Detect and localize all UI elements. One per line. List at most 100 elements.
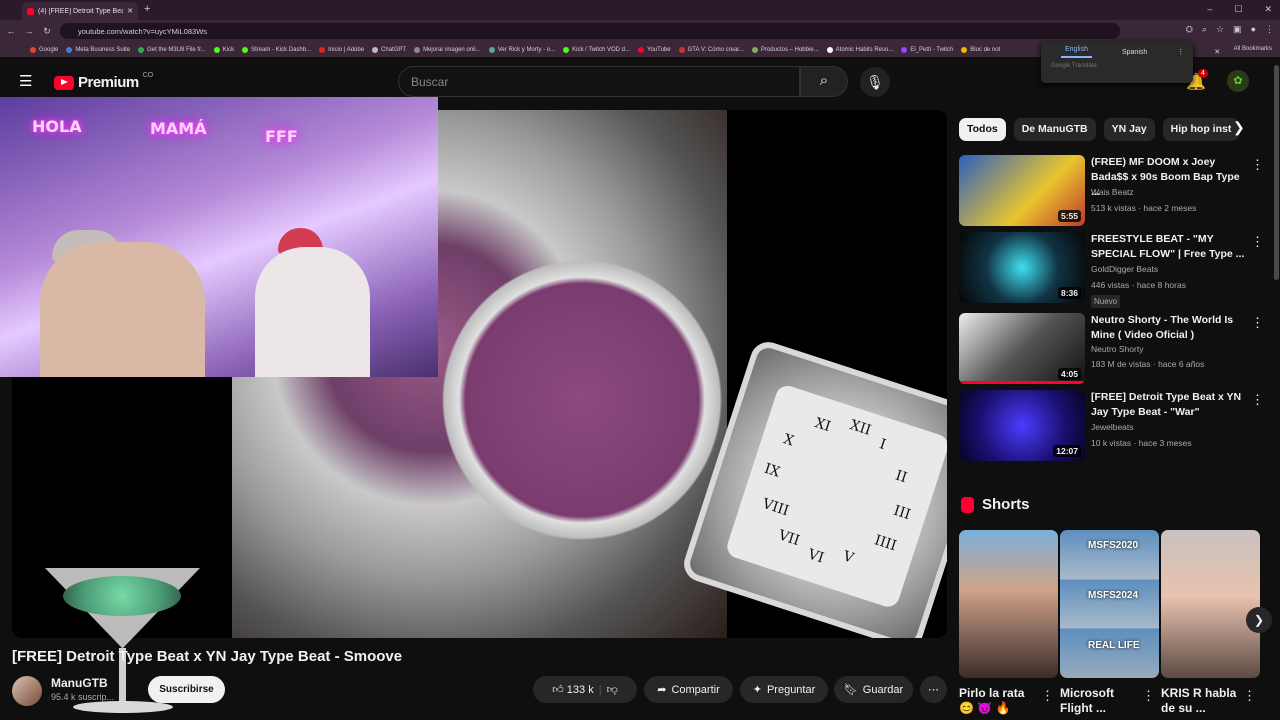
bookmark-item[interactable]: Kick [213,46,234,53]
reload-icon[interactable]: ↻ [40,26,54,37]
video-title[interactable]: FREESTYLE BEAT - "MY SPECIAL FLOW" | Fre… [1091,232,1246,262]
close-window-icon[interactable]: ✕ [1264,4,1272,15]
star-icon[interactable]: ☆ [1216,24,1224,35]
translate-spanish-tab[interactable]: Spanish [1122,49,1147,56]
short-more-icon[interactable]: ⋮ [1142,688,1155,704]
youtube-favicon-icon [27,7,34,15]
bookmark-item[interactable]: Google [30,46,58,53]
menu-icon[interactable]: ⋮ [1265,24,1274,35]
video-thumbnail[interactable]: 12:07 [959,390,1085,461]
zoom-icon[interactable]: ⌕ [1202,24,1207,35]
more-options-icon[interactable]: ⋮ [1251,315,1264,331]
channel-name[interactable]: Wais Beatz [1091,187,1134,197]
translate-menu-icon[interactable]: ⋮ [1177,48,1184,56]
martini-liquid [63,576,181,616]
bookmark-item[interactable]: ChatGPT [372,46,406,53]
scrollbar[interactable] [1274,65,1279,280]
user-avatar[interactable]: ✿ [1227,70,1249,92]
youtube-logo[interactable]: Premium CO [54,72,154,91]
video-duration: 12:07 [1053,445,1081,457]
short-title[interactable]: Microsoft Flight ... [1060,686,1140,716]
bookmark-item[interactable]: Atomic Habits Reso... [826,46,893,53]
bookmark-item[interactable]: Meta Business Suite [66,46,130,53]
maximize-icon[interactable]: ☐ [1234,4,1242,15]
new-tab-icon[interactable]: + [144,3,150,15]
translate-close-icon[interactable]: ✕ [1214,48,1220,56]
chip-hip-hop-inst[interactable]: Hip hop inst [1162,118,1240,141]
more-options-icon[interactable]: ⋮ [1251,234,1264,250]
more-options-icon[interactable]: ⋮ [1251,392,1264,408]
share-button[interactable]: ➦ Compartir [644,676,733,703]
bookmark-label: Ver Rick y Morty - o... [497,46,556,53]
video-thumbnail[interactable]: 5:55 [959,155,1085,226]
bookmark-item[interactable]: Inicio | Adobe [319,46,364,53]
voice-search-button[interactable]: 🎙 [860,67,890,97]
short-thumbnail[interactable]: MSFS2020 MSFS2024 REAL LIFE [1060,530,1159,678]
short-more-icon[interactable]: ⋮ [1041,688,1054,704]
forward-icon[interactable]: → [22,26,36,36]
short-title[interactable]: KRIS R habla de su ... [1161,686,1241,716]
short-more-icon[interactable]: ⋮ [1243,688,1256,704]
recommended-video[interactable]: 12:07 [FREE] Detroit Type Beat x YN Jay T… [959,390,1269,462]
video-thumbnail[interactable]: 8:36 [959,232,1085,303]
browser-tab[interactable]: (4) [FREE] Detroit Type Beat ✕ [22,2,138,20]
recommended-video[interactable]: 4:05 Neutro Shorty - The World Is Mine ( … [959,313,1269,385]
bookmark-item[interactable]: Ver Rick y Morty - o... [488,46,556,53]
chip-yn-jay[interactable]: YN Jay [1103,118,1155,141]
channel-name[interactable]: ManuGTB [51,676,108,690]
ask-button[interactable]: ✦ Preguntar [740,676,828,703]
extensions-icon[interactable]: ▣ [1233,24,1242,35]
bookmark-item[interactable]: Stream - Kick Dashb... [242,46,311,53]
all-bookmarks[interactable]: All Bookmarks [1234,46,1272,52]
back-icon[interactable]: ← [4,26,18,36]
more-actions-button[interactable]: ⋯ [920,676,947,703]
logo-country: CO [142,72,154,79]
channel-avatar[interactable] [12,676,42,706]
bookmark-label: Bloc de not [970,46,1001,53]
short-thumbnail[interactable] [1161,530,1260,678]
short-thumbnail[interactable] [959,530,1058,678]
channel-name[interactable]: GoldDigger Beats [1091,264,1158,274]
like-button[interactable]: 👍︎ 133 k [552,683,593,696]
profile-icon[interactable]: ● [1251,24,1256,35]
bookmark-item[interactable]: GTA V: Cómo crear... [678,46,744,53]
bookmark-item[interactable]: El_Petti - Twitch [901,46,953,53]
minimize-icon[interactable]: – [1207,4,1212,15]
chips-next-icon[interactable]: ❯ [1233,119,1245,136]
channel-subscribers: 95.4 k suscrip... [51,692,115,702]
search-button[interactable]: ⌕ [800,66,848,97]
translate-icon[interactable]: ⛭ [1186,24,1193,35]
translate-footer: Google Translate [1051,63,1097,69]
channel-name[interactable]: Jewelbeats [1091,422,1134,432]
channel-name[interactable]: Neutro Shorty [1091,344,1143,354]
video-title[interactable]: [FREE] Detroit Type Beat x YN Jay Type B… [1091,390,1246,420]
chip-todos[interactable]: Todos [959,118,1006,141]
translate-english-tab[interactable]: English [1061,46,1092,58]
hamburger-menu-icon[interactable]: ☰ [19,74,34,89]
chip-de-manugtb[interactable]: De ManuGTB [1013,118,1096,141]
share-label: Compartir [671,683,720,696]
shorts-next-icon[interactable]: ❯ [1246,607,1272,633]
bookmark-item[interactable]: Bloc de not [961,46,1001,53]
short-overlay-text: MSFS2024 [1088,590,1139,601]
short-title[interactable]: Pirlo la rata 😊 😈 🔥 [959,686,1039,716]
recommended-video[interactable]: 8:36 FREESTYLE BEAT - "MY SPECIAL FLOW" |… [959,232,1269,308]
watch-numeral: XI [812,415,833,436]
search-input[interactable]: Buscar [398,66,800,97]
bookmark-item[interactable]: Mejorar imagen onli... [414,46,481,53]
bookmark-item[interactable]: Productos – Hobbie... [751,46,819,53]
bookmark-item[interactable]: Get the M3U8 File fr... [138,46,206,53]
save-button[interactable]: 🔖︎ Guardar [834,676,913,703]
shorts-header: Shorts [961,496,1030,513]
bookmark-item[interactable]: Kick / Twitch VOD d... [563,46,630,53]
more-options-icon[interactable]: ⋮ [1251,157,1264,173]
recommended-video[interactable]: 5:55 (FREE) MF DOOM x Joey Bada$$ x 90s B… [959,155,1269,227]
url-field[interactable]: youtube.com/watch?v=uycYMiL083Ws [60,23,1120,39]
bookmark-label: Mejorar imagen onli... [423,46,481,53]
video-title[interactable]: Neutro Shorty - The World Is Mine ( Vide… [1091,313,1246,343]
tab-close-icon[interactable]: ✕ [127,7,133,15]
video-thumbnail[interactable]: 4:05 [959,313,1085,384]
bookmark-item[interactable]: YouTube [638,46,671,53]
dislike-button[interactable]: 👎︎ [607,683,618,696]
subscribe-button[interactable]: Suscribirse [148,676,225,703]
